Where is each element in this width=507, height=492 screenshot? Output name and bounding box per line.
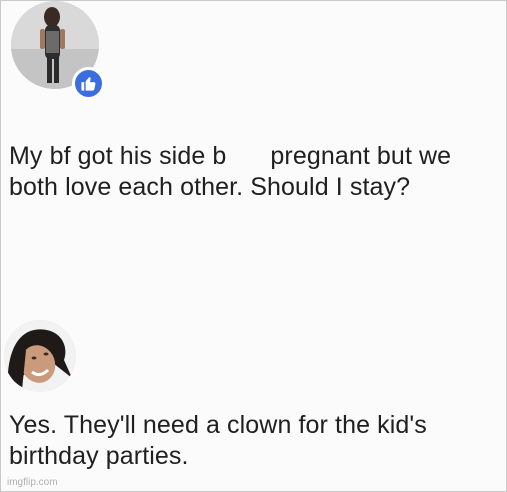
thumbs-up-icon — [72, 67, 105, 100]
post-text-part-1: My bf got his side b — [9, 142, 227, 170]
post-text: My bf got his side b pregnant but we both… — [9, 141, 505, 203]
replier-avatar[interactable] — [4, 320, 76, 392]
reply-text: Yes. They'll need a clown for the kid's … — [9, 411, 427, 470]
replier-avatar-image — [4, 320, 76, 392]
screenshot-frame: My bf got his side b pregnant but we both… — [0, 0, 507, 492]
watermark: imgflip.com — [7, 477, 58, 488]
